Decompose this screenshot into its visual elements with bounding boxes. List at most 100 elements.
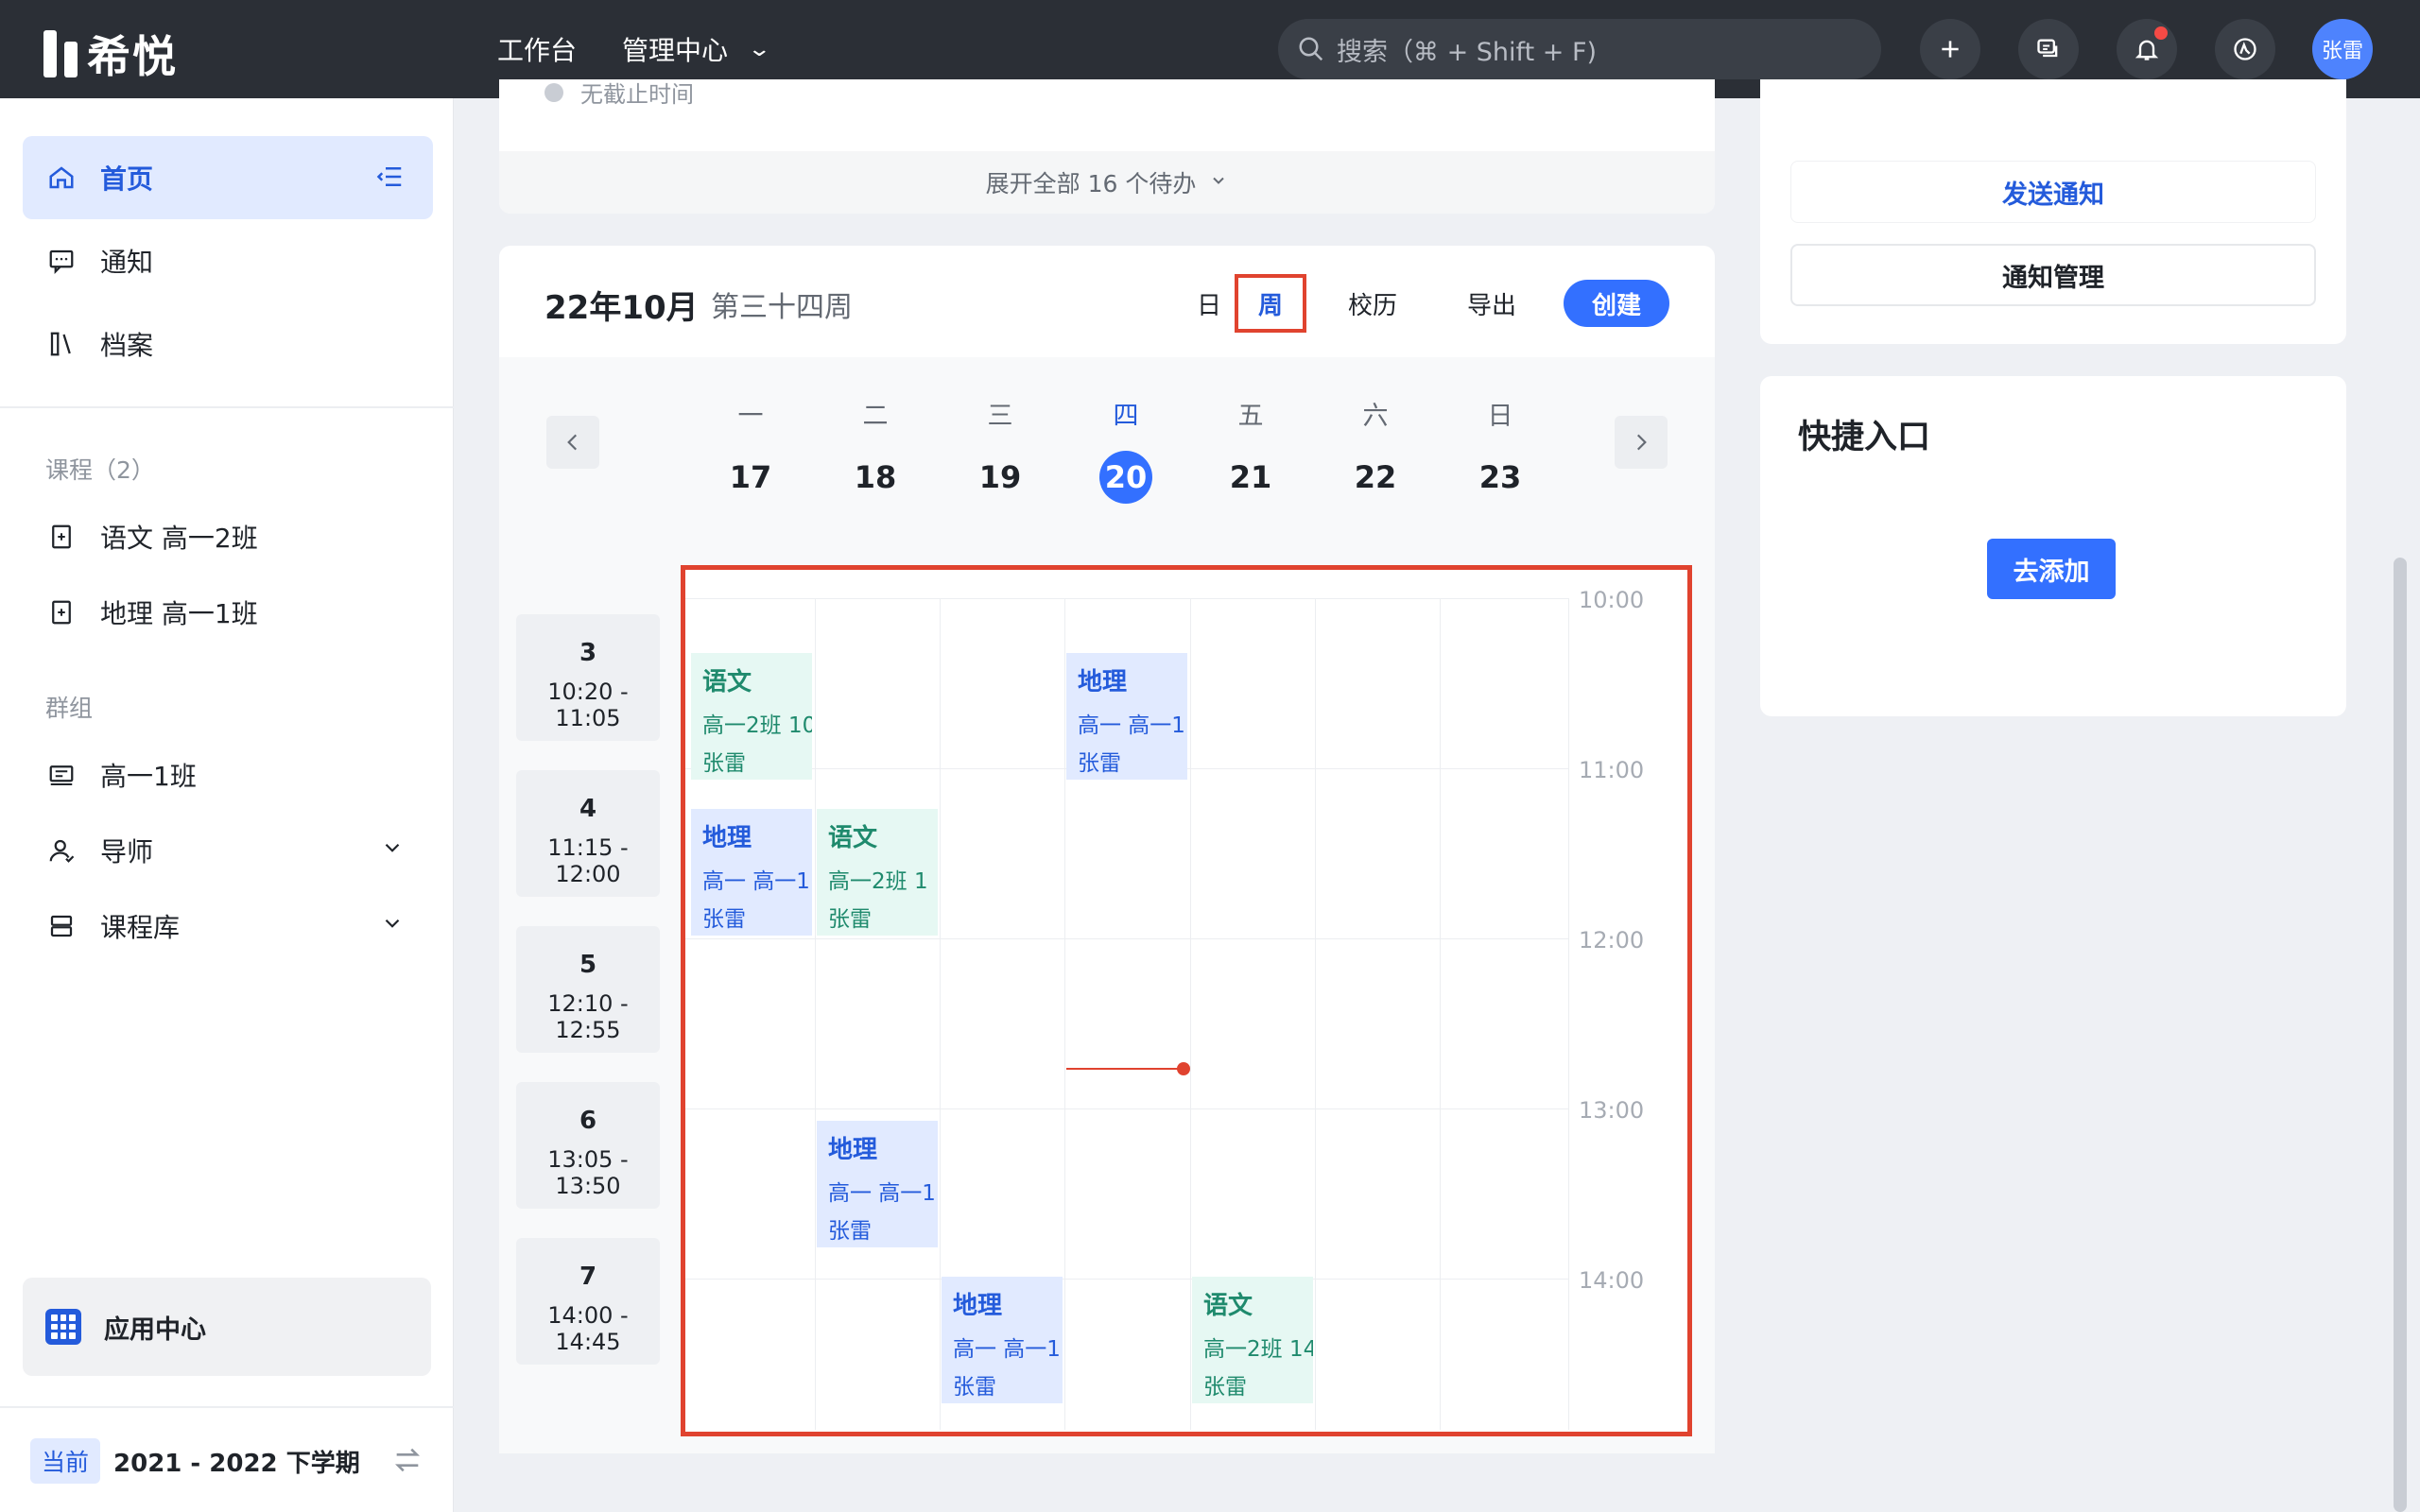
period-time: 14:00 - 14:45	[547, 1302, 629, 1355]
quick-entry-title: 快捷入口	[1798, 419, 1931, 456]
search-input[interactable]: 搜索（⌘ + Shift + F)	[1278, 19, 1881, 79]
calendar-month-title: 22年10月	[544, 289, 699, 327]
day-header[interactable]: 六 22	[1313, 395, 1438, 504]
groups-section-title: 群组	[45, 695, 94, 722]
send-notice-button[interactable]: 发送通知	[1790, 161, 2316, 223]
event-teacher: 张雷	[702, 907, 746, 932]
event-detail: 高一2班 14	[1203, 1337, 1313, 1362]
home-icon	[45, 162, 78, 194]
unread-dot	[2154, 26, 2168, 40]
day-number: 22	[1354, 459, 1397, 495]
week-schedule-grid[interactable]: 10:00 11:00 12:00 13:00 14:00 语文 高一2班 10 张…	[681, 565, 1692, 1436]
current-tag: 当前	[30, 1438, 101, 1484]
event-subject: 地理	[953, 1292, 1003, 1320]
todo-check-icon	[544, 82, 563, 102]
event-teacher: 张雷	[702, 751, 746, 776]
event-detail: 高一 高一1	[953, 1337, 1061, 1362]
period-label: 4 11:15 - 12:00	[516, 770, 660, 897]
sidebar-item-course-1[interactable]: 语文 高一2班	[23, 495, 433, 578]
event-subject: 地理	[828, 1136, 878, 1164]
day-header-today[interactable]: 四 20	[1063, 395, 1188, 504]
app-logo[interactable]: 希悦	[43, 23, 178, 85]
period-number: 4	[579, 795, 597, 823]
nav-admin-label: 管理中心	[622, 35, 729, 66]
period-label: 6 13:05 - 13:50	[516, 1082, 660, 1209]
class-event[interactable]: 语文 高一2班 14 张雷	[1192, 1277, 1313, 1403]
todo-item[interactable]: 无截止时间	[544, 79, 694, 109]
period-number: 5	[579, 951, 597, 979]
sidebar-item-notice[interactable]: 通知	[23, 219, 433, 302]
user-avatar[interactable]: 张雷	[2312, 19, 2373, 79]
class-event[interactable]: 语文 高一2班 10 张雷	[691, 653, 812, 780]
manage-notice-button[interactable]: 通知管理	[1790, 244, 2316, 306]
day-header[interactable]: 一 17	[688, 395, 813, 504]
messages-button[interactable]	[2018, 19, 2079, 79]
view-week-button[interactable]: 周	[1235, 274, 1306, 333]
class-event[interactable]: 地理 高一 高一1 张雷	[691, 809, 812, 936]
grid-line	[815, 598, 816, 1430]
time-label: 11:00	[1579, 757, 1645, 783]
class-event[interactable]: 地理 高一 高一1 张雷	[1066, 653, 1187, 780]
group-card-icon	[45, 759, 78, 791]
sidebar-item-label: 地理 高一1班	[100, 598, 258, 629]
sidebar-divider	[0, 406, 454, 408]
switch-semester-icon[interactable]	[391, 1444, 424, 1480]
compass-button[interactable]	[2215, 19, 2275, 79]
prev-week-button[interactable]	[546, 416, 599, 469]
sidebar-item-mentor[interactable]: 导师	[23, 809, 433, 892]
notifications-button[interactable]	[2117, 19, 2177, 79]
event-teacher: 张雷	[953, 1375, 996, 1400]
course-book-icon	[45, 521, 78, 553]
sidebar-item-label: 导师	[100, 836, 154, 868]
class-event[interactable]: 地理高一 高一1 张雷	[942, 1277, 1063, 1403]
day-header[interactable]: 二 18	[813, 395, 938, 504]
add-button[interactable]	[1920, 19, 1980, 79]
class-event[interactable]: 地理 高一 高一1 张雷	[817, 1121, 938, 1247]
chevron-down-icon	[380, 835, 405, 867]
grid-line	[940, 598, 941, 1430]
period-label: 5 12:10 - 12:55	[516, 926, 660, 1053]
chevron-left-icon	[567, 434, 578, 451]
page-scrollbar[interactable]	[2394, 558, 2407, 1512]
next-week-button[interactable]	[1615, 416, 1668, 469]
sidebar-item-label: 语文 高一2班	[100, 523, 258, 554]
library-icon	[45, 910, 78, 942]
event-subject: 地理	[1078, 668, 1128, 696]
day-header[interactable]: 日 23	[1438, 395, 1563, 504]
sidebar-item-course-2[interactable]: 地理 高一1班	[23, 571, 433, 654]
view-day-button[interactable]: 日	[1174, 280, 1245, 327]
sidebar-item-label: 通知	[100, 247, 154, 278]
calendar-card: 22年10月 第三十四周 日 周 校历 导出 创建 一 17 二 18 三 19 四 2…	[499, 246, 1715, 1453]
day-number: 20	[1099, 451, 1152, 504]
course-book-icon	[45, 596, 78, 628]
sidebar-item-archive[interactable]: 档案	[23, 302, 433, 386]
books-icon	[45, 328, 78, 360]
sidebar-item-group[interactable]: 高一1班	[23, 733, 433, 816]
day-header[interactable]: 三 19	[938, 395, 1063, 504]
grid-line	[1440, 598, 1441, 1430]
class-event[interactable]: 语文 高一2班 1 张雷	[817, 809, 938, 936]
sidebar-item-home[interactable]: 首页	[23, 136, 433, 219]
weekday-label: 一	[737, 402, 764, 431]
add-quick-entry-button[interactable]: 去添加	[1987, 539, 2116, 599]
view-school-calendar-button[interactable]: 校历	[1325, 280, 1421, 327]
collapse-sidebar-icon[interactable]	[376, 163, 405, 198]
create-event-button[interactable]: 创建	[1564, 280, 1669, 327]
expand-todos-label: 展开全部 16 个待办	[985, 170, 1197, 198]
event-subject: 语文	[828, 824, 878, 852]
export-button[interactable]: 导出	[1444, 280, 1540, 327]
bell-icon	[2135, 40, 2159, 60]
sidebar-item-label: 课程库	[100, 912, 181, 943]
period-number: 6	[579, 1107, 597, 1135]
calendar-body: 一 17 二 18 三 19 四 20 五 21 六 22 日 23 3 10:20 - 11:…	[499, 357, 1715, 1453]
expand-todos-button[interactable]: 展开全部 16 个待办	[499, 151, 1715, 214]
sidebar-item-course-library[interactable]: 课程库	[23, 885, 433, 968]
day-number: 21	[1229, 459, 1272, 495]
grid-line	[1315, 598, 1316, 1430]
day-header[interactable]: 五 21	[1188, 395, 1313, 504]
weekday-label: 四	[1113, 402, 1139, 431]
sidebar-item-label: 首页	[100, 163, 154, 195]
app-center-button[interactable]: 应用中心	[23, 1278, 431, 1376]
period-label: 3 10:20 - 11:05	[516, 614, 660, 741]
event-teacher: 张雷	[1078, 751, 1121, 776]
